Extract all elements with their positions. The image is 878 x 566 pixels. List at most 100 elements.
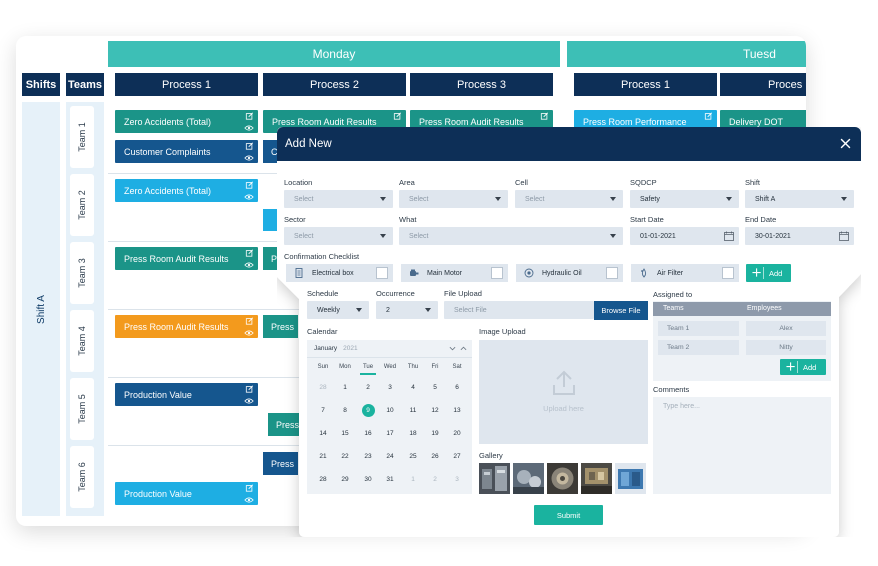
chevron-down-icon[interactable] bbox=[449, 345, 456, 352]
file-upload-input[interactable]: Select File bbox=[444, 301, 594, 319]
checklist-item-electrical-box[interactable]: Electrical box bbox=[286, 264, 393, 282]
calendar-day[interactable]: 15 bbox=[335, 430, 355, 437]
calendar-day[interactable]: 6 bbox=[447, 384, 467, 391]
edit-icon[interactable] bbox=[245, 112, 254, 120]
shift-select[interactable]: Shift A bbox=[745, 190, 854, 208]
calendar-day[interactable]: 3 bbox=[447, 476, 467, 483]
calendar-day[interactable]: 28 bbox=[313, 476, 333, 483]
checklist-item-main-motor[interactable]: Main Motor bbox=[401, 264, 508, 282]
calendar-month[interactable]: January bbox=[314, 345, 337, 352]
task-card[interactable]: Press Room Audit Results bbox=[115, 247, 258, 270]
submit-button[interactable]: Submit bbox=[534, 505, 603, 525]
calendar-day[interactable]: 20 bbox=[447, 430, 467, 437]
task-card[interactable]: Customer Complaints bbox=[115, 140, 258, 163]
checkbox[interactable] bbox=[722, 267, 734, 279]
image-upload-dropzone[interactable]: Upload here bbox=[479, 340, 648, 444]
area-select[interactable]: Select bbox=[399, 190, 508, 208]
task-card[interactable]: Production Value bbox=[115, 482, 258, 505]
calendar-icon[interactable] bbox=[839, 231, 849, 241]
comments-textarea[interactable]: Type here... bbox=[653, 397, 831, 494]
edit-icon[interactable] bbox=[245, 484, 254, 492]
cell-select[interactable]: Select bbox=[515, 190, 623, 208]
calendar-icon[interactable] bbox=[724, 231, 734, 241]
calendar-day[interactable]: 24 bbox=[380, 453, 400, 460]
calendar-day[interactable]: 27 bbox=[447, 453, 467, 460]
assigned-team-cell[interactable]: Team 1 bbox=[658, 321, 739, 336]
calendar-day[interactable]: 7 bbox=[313, 407, 333, 414]
add-assignee-button[interactable]: Add bbox=[780, 359, 826, 375]
checklist-item-air-filter[interactable]: Air Filter bbox=[631, 264, 739, 282]
calendar-year[interactable]: 2021 bbox=[343, 345, 357, 352]
calendar-day[interactable]: 4 bbox=[403, 384, 423, 391]
gallery-thumbnail[interactable] bbox=[547, 463, 578, 494]
eye-icon[interactable] bbox=[244, 125, 254, 131]
checkbox[interactable] bbox=[606, 267, 618, 279]
add-checklist-button[interactable]: Add bbox=[746, 264, 791, 282]
calendar-day[interactable]: 19 bbox=[425, 430, 445, 437]
calendar-day-selected[interactable]: 9 bbox=[361, 404, 375, 417]
eye-icon[interactable] bbox=[244, 262, 254, 268]
end-date-input[interactable]: 30-01-2021 bbox=[745, 227, 854, 245]
assigned-team-cell[interactable]: Team 2 bbox=[658, 340, 739, 355]
edit-icon[interactable] bbox=[245, 385, 254, 393]
calendar-day[interactable]: 1 bbox=[335, 384, 355, 391]
calendar-day[interactable]: 1 bbox=[403, 476, 423, 483]
calendar-day[interactable]: 28 bbox=[313, 384, 333, 391]
calendar-day[interactable]: 14 bbox=[313, 430, 333, 437]
eye-icon[interactable] bbox=[244, 155, 254, 161]
edit-icon[interactable] bbox=[704, 112, 713, 120]
edit-icon[interactable] bbox=[245, 249, 254, 257]
eye-icon[interactable] bbox=[244, 497, 254, 503]
eye-icon[interactable] bbox=[244, 398, 254, 404]
calendar-day[interactable]: 3 bbox=[380, 384, 400, 391]
edit-icon[interactable] bbox=[245, 142, 254, 150]
calendar-day[interactable]: 21 bbox=[313, 453, 333, 460]
gallery-thumbnail[interactable] bbox=[581, 463, 612, 494]
eye-icon[interactable] bbox=[244, 194, 254, 200]
calendar-day[interactable]: 2 bbox=[425, 476, 445, 483]
calendar-day[interactable]: 11 bbox=[403, 407, 423, 414]
calendar-day[interactable]: 26 bbox=[425, 453, 445, 460]
calendar-day[interactable]: 31 bbox=[380, 476, 400, 483]
calendar-day[interactable]: 23 bbox=[358, 453, 378, 460]
checkbox[interactable] bbox=[376, 267, 388, 279]
edit-icon[interactable] bbox=[393, 112, 402, 120]
chevron-up-icon[interactable] bbox=[460, 345, 467, 352]
start-date-input[interactable]: 01-01-2021 bbox=[630, 227, 739, 245]
close-icon[interactable] bbox=[840, 138, 851, 149]
task-card[interactable]: Production Value bbox=[115, 383, 258, 406]
occurrence-select[interactable]: 2 bbox=[376, 301, 438, 319]
location-select[interactable]: Select bbox=[284, 190, 393, 208]
task-card[interactable]: Press Room Audit Results bbox=[115, 315, 258, 338]
edit-icon[interactable] bbox=[540, 112, 549, 120]
task-card[interactable]: Zero Accidents (Total) bbox=[115, 110, 258, 133]
assigned-employee-cell[interactable]: Alex bbox=[746, 321, 826, 336]
calendar-day[interactable]: 2 bbox=[358, 384, 378, 391]
assigned-employee-cell[interactable]: Nitty bbox=[746, 340, 826, 355]
calendar-day[interactable]: 25 bbox=[403, 453, 423, 460]
sector-select[interactable]: Select bbox=[284, 227, 393, 245]
calendar-day[interactable]: 12 bbox=[425, 407, 445, 414]
browse-file-button[interactable]: Browse File bbox=[594, 301, 648, 320]
what-select[interactable]: Select bbox=[399, 227, 623, 245]
gallery-thumbnail[interactable] bbox=[479, 463, 510, 494]
calendar-day[interactable]: 5 bbox=[425, 384, 445, 391]
gallery-thumbnail[interactable] bbox=[615, 463, 646, 494]
edit-icon[interactable] bbox=[245, 317, 254, 325]
calendar-day[interactable]: 22 bbox=[335, 453, 355, 460]
calendar-day[interactable]: 10 bbox=[380, 407, 400, 414]
task-card[interactable]: Zero Accidents (Total) bbox=[115, 179, 258, 202]
gallery-thumbnail[interactable] bbox=[513, 463, 544, 494]
eye-icon[interactable] bbox=[244, 330, 254, 336]
checklist-item-hydraulic-oil[interactable]: Hydraulic Oil bbox=[516, 264, 623, 282]
calendar-day[interactable]: 17 bbox=[380, 430, 400, 437]
calendar-day[interactable]: 8 bbox=[335, 407, 355, 414]
edit-icon[interactable] bbox=[245, 181, 254, 189]
calendar-day[interactable]: 18 bbox=[403, 430, 423, 437]
checkbox[interactable] bbox=[491, 267, 503, 279]
sqdcp-select[interactable]: Safety bbox=[630, 190, 739, 208]
calendar-day[interactable]: 29 bbox=[335, 476, 355, 483]
calendar-day[interactable]: 13 bbox=[447, 407, 467, 414]
calendar-day[interactable]: 16 bbox=[358, 430, 378, 437]
calendar-day[interactable]: 30 bbox=[358, 476, 378, 483]
